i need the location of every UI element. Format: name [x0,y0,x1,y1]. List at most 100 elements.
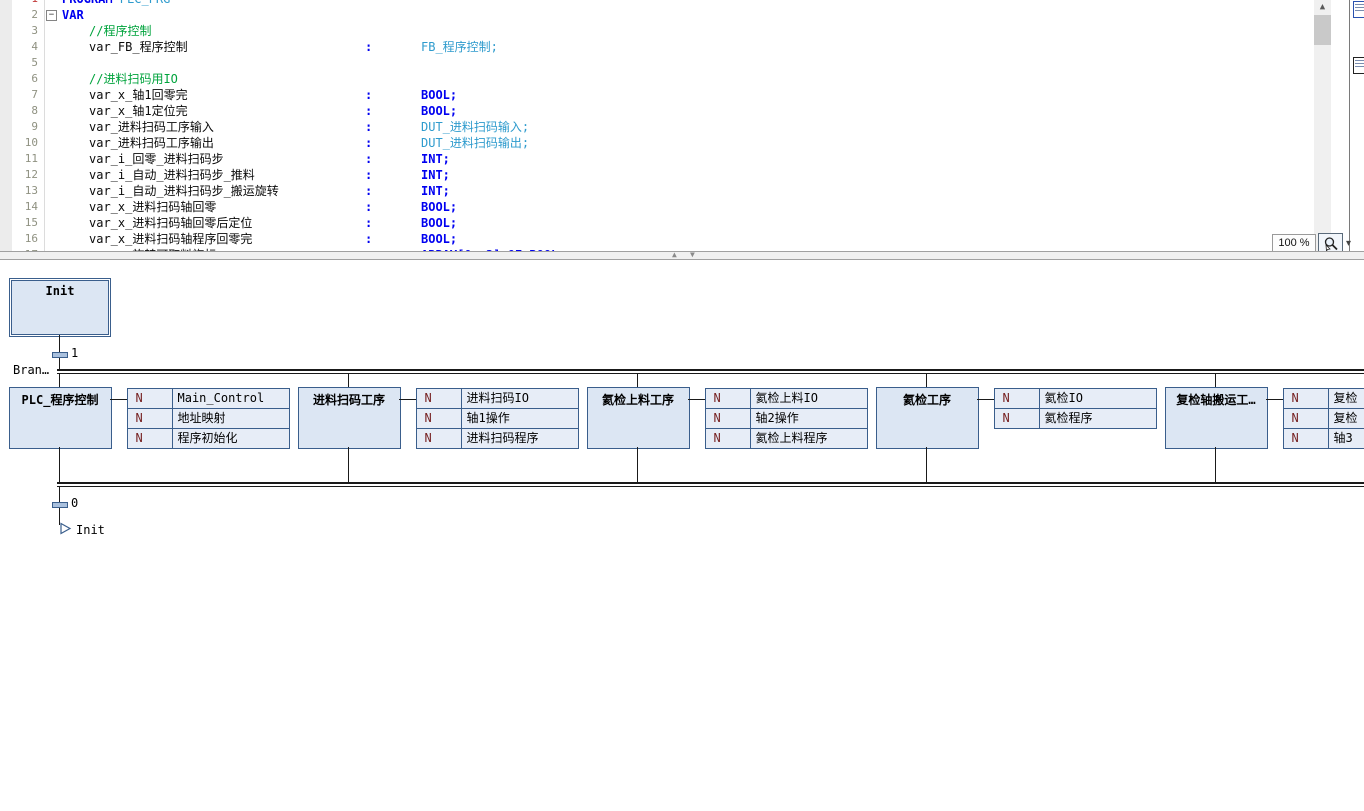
branch-double-line-top [57,369,1364,371]
sfc-transition-name: 1 [71,346,78,360]
sfc-action-name: 进料扫码程序 [462,429,578,448]
editor-vertical-scrollbar[interactable]: ▲ [1314,0,1331,251]
sfc-action-row[interactable]: N轴2操作 [706,408,867,428]
sfc-action-row[interactable]: N程序初始化 [128,428,289,448]
line-number: 4 [0,39,38,55]
sfc-action-row[interactable]: N氦检程序 [995,408,1156,428]
splitter-down-icon[interactable]: ▼ [690,250,695,259]
line-number: 13 [0,183,38,199]
line-number: 5 [0,55,38,71]
sfc-jump[interactable] [59,522,72,538]
declaration-editor[interactable]: 1PROGRAM PLC_PRG2−VAR3//程序控制4var_FB_程序控制… [0,0,1364,251]
sfc-action-row[interactable]: N地址映射 [128,408,289,428]
sfc-step[interactable]: 氦检工序 [876,387,979,449]
sfc-step[interactable]: PLC_程序控制 [9,387,112,449]
code-line: 1PROGRAM PLC_PRG [0,0,1310,7]
code-line: 7var_x_轴1回零完:BOOL; [0,87,1310,103]
sfc-action-block[interactable]: N复检N复检N轴3 [1283,388,1364,449]
sfc-action-row[interactable]: N氦检上料IO [706,389,867,408]
sfc-action-name: 氦检上料程序 [751,429,867,448]
sfc-action-row[interactable]: N进料扫码IO [417,389,578,408]
line-number: 12 [0,167,38,183]
sfc-action-row[interactable]: N进料扫码程序 [417,428,578,448]
sfc-action-row[interactable]: NMain_Control [128,389,289,408]
sfc-action-name: 氦检程序 [1040,409,1156,428]
chevron-down-icon[interactable]: ▾ [1346,238,1351,249]
sfc-transition-name: 0 [71,496,78,510]
document-icon[interactable] [1353,1,1364,18]
sfc-action-name: 氦检IO [1040,389,1156,408]
line-number: 10 [0,135,38,151]
line-number: 11 [0,151,38,167]
sfc-action-row[interactable]: N复检 [1284,408,1364,428]
sfc-action-name: 轴2操作 [751,409,867,428]
sfc-step[interactable]: 进料扫码工序 [298,387,401,449]
sfc-action-name: 复检 [1329,389,1364,408]
line-number: 2 [0,7,38,23]
sfc-action-name: 轴3 [1329,429,1364,448]
code-line: 9var_进料扫码工序输入:DUT_进料扫码输入; [0,119,1310,135]
pane-splitter[interactable]: ▲ ▼ [0,251,1364,260]
sfc-action-block[interactable]: N氦检ION氦检程序 [994,388,1157,429]
code-line: 6//进料扫码用IO [0,71,1310,87]
code-line: 14var_x_进料扫码轴回零:BOOL; [0,199,1310,215]
code-line: 8var_x_轴1定位完:BOOL; [0,103,1310,119]
sfc-action-block[interactable]: NMain_ControlN地址映射N程序初始化 [127,388,290,449]
sfc-action-row[interactable]: N轴1操作 [417,408,578,428]
line-number: 16 [0,231,38,247]
sfc-action-row[interactable]: N氦检上料程序 [706,428,867,448]
fold-collapse-icon[interactable]: − [46,10,57,21]
sfc-action-qualifier: N [417,429,462,448]
sfc-step-name: Init [10,284,110,298]
connection-line [926,373,927,387]
line-number: 7 [0,87,38,103]
sfc-action-qualifier: N [128,429,173,448]
line-number: 14 [0,199,38,215]
sfc-action-qualifier: N [995,409,1040,428]
code-line: 3//程序控制 [0,23,1310,39]
line-number: 8 [0,103,38,119]
connection-line [1215,447,1216,482]
code-lines: 1PROGRAM PLC_PRG2−VAR3//程序控制4var_FB_程序控制… [0,0,1310,251]
sfc-step[interactable]: 复检轴搬运工… [1165,387,1268,449]
sfc-initial-step[interactable]: Init [9,278,111,337]
zoom-level-value[interactable]: 100 % [1272,234,1316,251]
sfc-action-name: 地址映射 [173,409,289,428]
splitter-up-icon[interactable]: ▲ [672,250,677,259]
sfc-action-row[interactable]: N复检 [1284,389,1364,408]
sfc-jump-target: Init [76,523,105,537]
sfc-action-block[interactable]: N进料扫码ION轴1操作N进料扫码程序 [416,388,579,449]
sfc-action-row[interactable]: N轴3 [1284,428,1364,448]
sfc-branch-label[interactable]: Bran… [13,363,49,377]
sfc-action-row[interactable]: N氦检IO [995,389,1156,408]
editor-right-rail-divider [1349,0,1350,251]
scrollbar-thumb[interactable] [1314,15,1331,45]
code-line: 2−VAR [0,7,1310,23]
branch-double-line-top [57,373,1364,374]
sfc-step-name: PLC_程序控制 [2,391,119,408]
document-icon[interactable] [1353,57,1364,74]
magnifier-icon[interactable] [1318,233,1343,251]
line-number: 1 [0,0,38,7]
sfc-action-name: Main_Control [173,389,289,408]
scroll-up-icon[interactable]: ▲ [1314,0,1331,15]
sfc-action-qualifier: N [417,389,462,408]
sfc-action-block[interactable]: N氦检上料ION轴2操作N氦检上料程序 [705,388,868,449]
ide-window: { "editor": { "zoom_value": "100 %", "li… [0,0,1364,811]
connection-line [1215,373,1216,387]
sfc-action-qualifier: N [995,389,1040,408]
branch-double-line-bottom [57,486,1364,487]
action-connector-line [110,399,127,400]
sfc-editor[interactable]: Init 1 Bran… PLC_程序控制NMain_ControlN地址映射N… [0,260,1364,811]
sfc-action-name: 轴1操作 [462,409,578,428]
sfc-step[interactable]: 氦检上料工序 [587,387,690,449]
code-line: 15var_x_进料扫码轴回零后定位:BOOL; [0,215,1310,231]
sfc-step-name: 氦检上料工序 [580,391,697,408]
sfc-transition[interactable] [52,502,68,508]
line-number: 15 [0,215,38,231]
connection-line [637,373,638,387]
code-line: 11var_i_回零_进料扫码步:INT; [0,151,1310,167]
sfc-transition[interactable] [52,352,68,358]
sfc-action-qualifier: N [128,389,173,408]
jump-arrow-icon [59,522,72,535]
